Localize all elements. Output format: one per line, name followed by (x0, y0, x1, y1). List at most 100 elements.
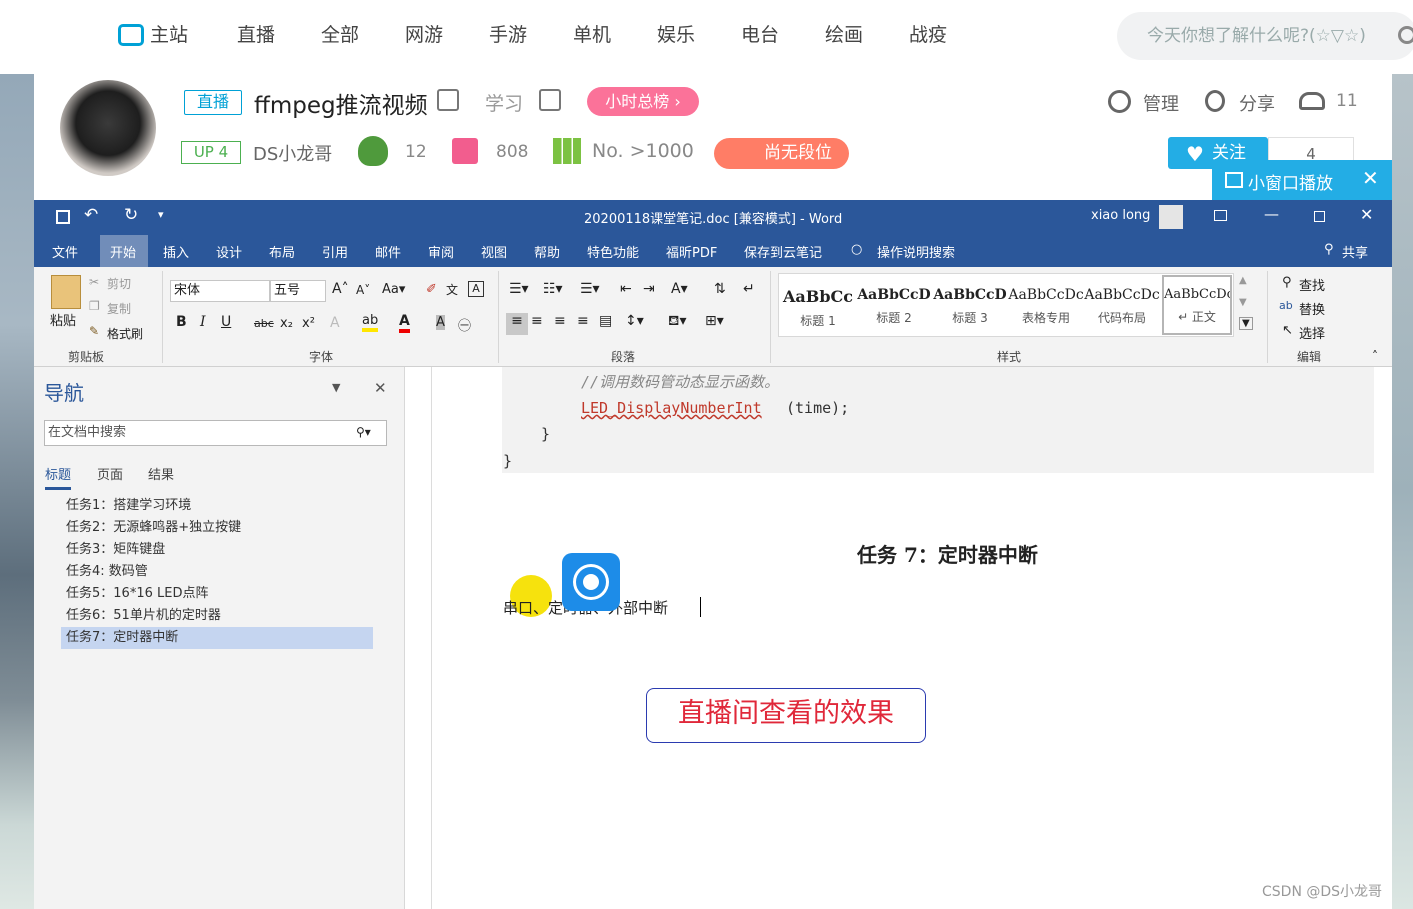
format-painter-button[interactable]: 格式刷 (107, 325, 143, 342)
ribbon-display-icon[interactable] (1214, 210, 1227, 221)
decrease-indent-icon[interactable]: ⇤ (620, 281, 632, 297)
heading-item[interactable]: 任务2：无源蜂鸣器+独立按键 (66, 517, 241, 539)
tab-references[interactable]: 引用 (322, 242, 348, 261)
find-button[interactable]: 查找 (1299, 275, 1325, 294)
tab-headings[interactable]: 标题 (45, 464, 72, 490)
tab-insert[interactable]: 插入 (163, 242, 189, 261)
settings-icon[interactable] (1108, 90, 1131, 113)
customize-toolbar-icon[interactable]: ▾ (158, 208, 164, 221)
style-heading-3[interactable]: AaBbCcD 标题 3 (932, 277, 1008, 333)
tab-help[interactable]: 帮助 (534, 242, 560, 261)
undo-icon[interactable]: ↶ (84, 205, 98, 225)
tell-me-search[interactable]: 操作说明搜索 (877, 242, 955, 261)
show-marks-icon[interactable]: ↵ (743, 281, 755, 297)
style-heading-2[interactable]: AaBbCcD 标题 2 (856, 277, 932, 333)
heading-item-selected[interactable]: 任务7：定时器中断 (61, 627, 373, 649)
copy-icon[interactable]: ❐ (89, 299, 100, 313)
nav-fight-epidemic[interactable]: 战疫 (909, 22, 947, 48)
style-normal[interactable]: AaBbCcDc ↵ 正文 (1162, 275, 1232, 335)
distributed-icon[interactable]: ▤ (599, 313, 612, 329)
nav-entertainment[interactable]: 娱乐 (657, 22, 695, 48)
pip-close-icon[interactable]: ✕ (1362, 166, 1379, 190)
bold-icon[interactable]: B (176, 314, 187, 330)
format-painter-icon[interactable]: ✎ (89, 324, 99, 338)
nav-pane-close-icon[interactable]: ✕ (374, 379, 387, 397)
tab-layout[interactable]: 布局 (269, 242, 295, 261)
scissors-icon[interactable]: ✂ (89, 275, 99, 289)
tab-save-cloud-notes[interactable]: 保存到云笔记 (744, 242, 822, 261)
nav-all[interactable]: 全部 (321, 22, 359, 48)
share-label[interactable]: 分享 (1239, 90, 1275, 116)
tab-pages[interactable]: 页面 (97, 464, 123, 483)
font-name-select[interactable]: 宋体 (170, 280, 270, 302)
share-icon[interactable] (1205, 90, 1225, 112)
sort-icon[interactable]: ⇅ (714, 281, 726, 297)
align-center-icon[interactable]: ≡ (531, 313, 543, 329)
style-code-layout[interactable]: AaBbCcDc 代码布局 (1084, 277, 1160, 333)
heading-item[interactable]: 任务1：搭建学习环境 (66, 495, 191, 517)
shrink-font-icon[interactable]: A˅ (356, 283, 370, 297)
heading-item[interactable]: 任务4: 数码管 (66, 561, 148, 583)
cut-button[interactable]: 剪切 (107, 275, 131, 292)
find-icon[interactable]: ⚲ (1282, 275, 1292, 290)
nav-radio[interactable]: 电台 (741, 22, 779, 48)
line-spacing-icon[interactable]: ↕▾ (625, 313, 644, 329)
search-icon[interactable] (1398, 26, 1413, 44)
styles-scroll-up-icon[interactable]: ▲ (1239, 275, 1247, 286)
hourly-rank-button[interactable]: 小时总榜 › (587, 87, 699, 116)
clear-format-icon[interactable]: ✐ (426, 282, 437, 297)
styles-more-icon[interactable]: ▼ (1239, 317, 1253, 330)
nav-online-games[interactable]: 网游 (405, 22, 443, 48)
underline-icon[interactable]: U (221, 314, 231, 330)
screen-recorder-app-icon[interactable] (562, 553, 620, 611)
nav-pane-options-icon[interactable]: ▼ (332, 381, 340, 394)
search-input[interactable]: 今天你想了解什么呢?(☆▽☆) (1117, 12, 1413, 60)
nav-mobile-games[interactable]: 手游 (489, 22, 527, 48)
heading-item[interactable]: 任务3：矩阵键盘 (66, 539, 165, 561)
asian-layout-icon[interactable]: A▾ (671, 281, 688, 297)
tab-mailings[interactable]: 邮件 (375, 242, 401, 261)
tab-design[interactable]: 设计 (216, 242, 242, 261)
select-button[interactable]: 选择 (1299, 323, 1325, 342)
close-window-icon[interactable]: ✕ (1360, 205, 1373, 224)
tab-special-features[interactable]: 特色功能 (587, 242, 639, 261)
document-canvas[interactable]: //调用数码管动态显示函数。 LED_DisplayNumberInt (tim… (431, 367, 1392, 909)
multilevel-list-icon[interactable]: ☰▾ (580, 281, 600, 297)
nav-main-site[interactable]: 主站 (150, 22, 188, 48)
bilibili-tv-icon[interactable] (118, 24, 144, 46)
copy-button[interactable]: 复制 (107, 300, 131, 317)
highlight-color-icon[interactable]: ab (362, 313, 379, 332)
share-button[interactable]: 共享 (1342, 242, 1368, 261)
justify-icon[interactable]: ≡ (577, 313, 589, 329)
increase-indent-icon[interactable]: ⇥ (643, 281, 655, 297)
replace-button[interactable]: 替换 (1299, 299, 1325, 318)
collapse-ribbon-icon[interactable]: ˄ (1372, 349, 1378, 363)
paste-button[interactable]: 粘贴 (50, 310, 76, 329)
character-border-icon[interactable]: A (468, 281, 484, 297)
change-case-icon[interactable]: Aa▾ (382, 282, 405, 297)
font-color-icon[interactable]: A (399, 313, 410, 333)
style-table[interactable]: AaBbCcDc 表格专用 (1008, 277, 1084, 333)
superscript-icon[interactable]: x² (302, 316, 315, 331)
enclose-characters-icon[interactable]: ㊀ (458, 315, 471, 334)
grow-font-icon[interactable]: A˄ (332, 281, 349, 297)
text-effects-icon[interactable]: A (330, 315, 340, 331)
style-heading-1[interactable]: AaBbCc 标题 1 (780, 277, 856, 333)
tab-review[interactable]: 审阅 (428, 242, 454, 261)
user-name[interactable]: xiao long (1091, 208, 1150, 223)
character-shading-icon[interactable]: A (436, 315, 445, 330)
phonetic-guide-icon[interactable]: 文 (446, 281, 458, 298)
minimize-icon[interactable]: — (1264, 205, 1279, 223)
nav-drawing[interactable]: 绘画 (825, 22, 863, 48)
room-category[interactable]: 学习 (485, 89, 523, 116)
edit-category-icon[interactable] (539, 89, 561, 111)
manage-label[interactable]: 管理 (1143, 90, 1179, 116)
shading-icon[interactable]: ⛾▾ (668, 313, 686, 331)
dan-badge[interactable]: 尚无段位 (714, 138, 849, 169)
select-icon[interactable]: ↖ (1282, 323, 1293, 338)
align-right-icon[interactable]: ≡ (554, 313, 566, 329)
font-size-select[interactable]: 五号 (270, 280, 326, 302)
maximize-icon[interactable] (1314, 211, 1325, 222)
save-icon[interactable] (56, 210, 70, 224)
numbering-icon[interactable]: ☷▾ (543, 281, 563, 297)
